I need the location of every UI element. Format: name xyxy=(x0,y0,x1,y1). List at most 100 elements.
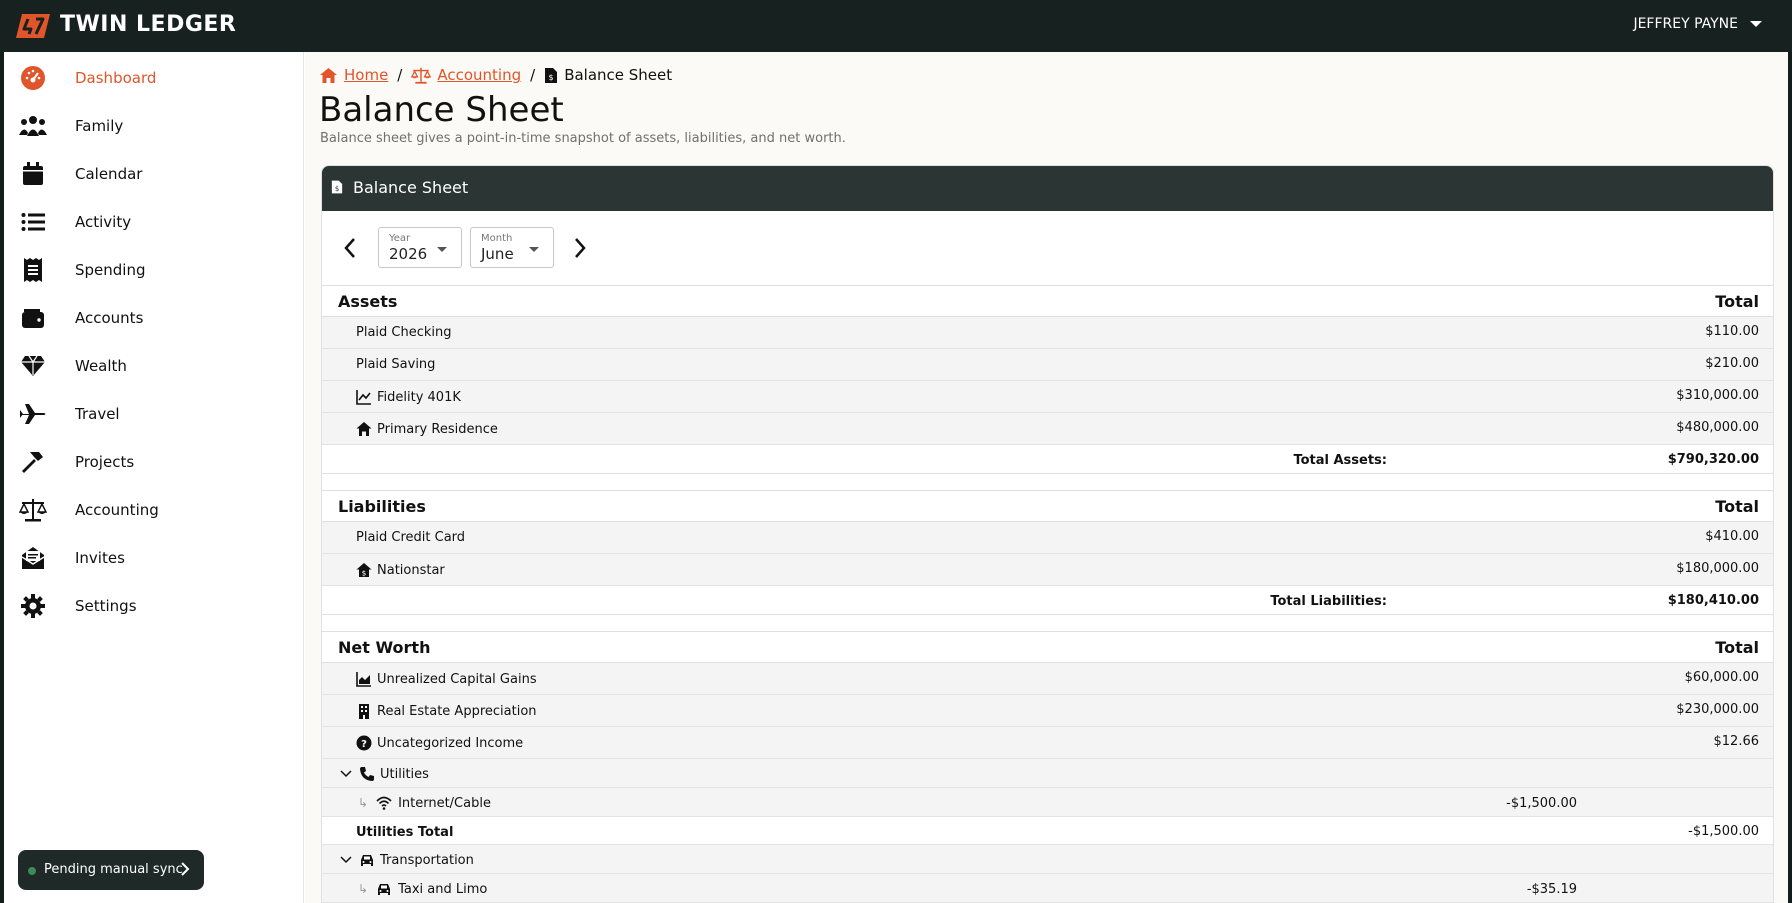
list-icon xyxy=(18,207,48,237)
utilities-group-row[interactable]: Utilities xyxy=(322,759,1773,788)
caret-down-icon xyxy=(1750,21,1762,27)
year-select[interactable]: Year 2026 xyxy=(378,227,462,268)
home-icon xyxy=(320,67,337,83)
breadcrumb-accounting-link[interactable]: Accounting xyxy=(437,66,521,84)
page-title: Balance Sheet xyxy=(319,90,564,130)
sidebar-item-label: Calendar xyxy=(75,165,143,183)
net-worth-section: Net Worth Total Unrealized Capital Gains… xyxy=(322,631,1773,903)
sidebar-item-projects[interactable]: Projects xyxy=(4,438,304,486)
total-value: $180,410.00 xyxy=(1667,593,1759,608)
month-select[interactable]: Month June xyxy=(470,227,554,268)
table-row[interactable]: $ Nationstar $180,000.00 xyxy=(322,554,1773,586)
month-label: Month xyxy=(481,233,513,244)
breadcrumb-current: Balance Sheet xyxy=(564,66,673,84)
user-menu[interactable]: JEFFREY PAYNE xyxy=(1633,16,1762,32)
user-name: JEFFREY PAYNE xyxy=(1633,16,1738,32)
transportation-group-row[interactable]: Transportation xyxy=(322,845,1773,874)
table-row[interactable]: ? Uncategorized Income $12.66 xyxy=(322,727,1773,759)
sidebar-item-label: Settings xyxy=(75,597,137,615)
sidebar-item-label: Accounts xyxy=(75,309,144,327)
question-circle-icon: ? xyxy=(356,735,372,751)
row-value: -$1,500.00 xyxy=(1506,796,1577,811)
app-body: Dashboard Family Calendar Activity Spend… xyxy=(4,52,1788,903)
caret-down-icon xyxy=(529,247,539,252)
card-title: Balance Sheet xyxy=(353,178,469,197)
year-value: 2026 xyxy=(389,245,428,263)
sidebar-item-travel[interactable]: Travel xyxy=(4,390,304,438)
dashboard-icon xyxy=(18,63,48,93)
group-total-label: Utilities Total xyxy=(356,825,454,840)
table-row[interactable]: Fidelity 401K $310,000.00 xyxy=(322,381,1773,413)
pending-sync-button[interactable]: Pending manual sync xyxy=(18,850,204,890)
breadcrumb-separator: / xyxy=(397,66,403,84)
year-label: Year xyxy=(389,233,411,244)
chevron-left-icon xyxy=(344,238,355,258)
house-icon xyxy=(356,422,372,436)
liabilities-header: Liabilities Total xyxy=(322,491,1773,522)
sync-label: Pending manual sync xyxy=(44,862,183,877)
top-bar: TWIN LEDGER JEFFREY PAYNE xyxy=(0,0,1792,52)
total-liabilities-row: Total Liabilities: $180,410.00 xyxy=(322,586,1773,614)
sub-item-arrow: ↳ xyxy=(358,796,369,810)
total-label: Total Liabilities: xyxy=(1270,594,1387,609)
sidebar-item-accounting[interactable]: Accounting xyxy=(4,486,304,534)
table-row[interactable]: Plaid Credit Card $410.00 xyxy=(322,522,1773,554)
gem-icon xyxy=(18,351,48,381)
row-value: $110.00 xyxy=(1705,324,1759,339)
table-row[interactable]: Primary Residence $480,000.00 xyxy=(322,413,1773,445)
wifi-icon xyxy=(376,796,392,810)
sidebar-item-invites[interactable]: Invites xyxy=(4,534,304,582)
sub-item-arrow: ↳ xyxy=(358,882,369,896)
previous-month-button[interactable] xyxy=(337,233,363,263)
sidebar-item-calendar[interactable]: Calendar xyxy=(4,150,304,198)
sidebar-item-activity[interactable]: Activity xyxy=(4,198,304,246)
total-label: Total Assets: xyxy=(1293,453,1387,468)
chevron-down-icon[interactable] xyxy=(338,852,354,868)
row-label: Primary Residence xyxy=(377,421,498,437)
table-row[interactable]: Real Estate Appreciation $230,000.00 xyxy=(322,695,1773,727)
period-selector: Year 2026 Month June xyxy=(322,211,1773,286)
logo-icon[interactable] xyxy=(16,13,52,39)
svg-text:$: $ xyxy=(362,570,366,578)
wallet-icon xyxy=(18,303,48,333)
sidebar-item-accounts[interactable]: Accounts xyxy=(4,294,304,342)
row-value: $410.00 xyxy=(1705,529,1759,544)
sidebar-item-dashboard[interactable]: Dashboard xyxy=(4,54,304,102)
sidebar-item-wealth[interactable]: Wealth xyxy=(4,342,304,390)
table-row[interactable]: Plaid Saving $210.00 xyxy=(322,349,1773,381)
sidebar-item-label: Travel xyxy=(75,405,120,423)
row-value: $230,000.00 xyxy=(1676,702,1759,717)
breadcrumb-home-link[interactable]: Home xyxy=(344,66,388,84)
row-label: Plaid Saving xyxy=(356,357,436,372)
assets-section: Assets Total Plaid Checking $110.00 Plai… xyxy=(322,285,1773,474)
table-row[interactable]: Plaid Checking $110.00 xyxy=(322,317,1773,349)
sidebar-item-label: Projects xyxy=(75,453,135,471)
chevron-down-icon[interactable] xyxy=(338,766,354,782)
scale-icon xyxy=(411,67,432,84)
chevron-right-icon xyxy=(181,862,190,876)
row-label: Real Estate Appreciation xyxy=(377,703,537,719)
sidebar-item-spending[interactable]: Spending xyxy=(4,246,304,294)
month-value: June xyxy=(481,245,514,263)
breadcrumb-separator: / xyxy=(530,66,536,84)
next-month-button[interactable] xyxy=(567,233,593,263)
section-title: Assets xyxy=(338,292,398,311)
calendar-icon xyxy=(18,159,48,189)
caret-down-icon xyxy=(437,247,447,252)
table-row[interactable]: ↳ Taxi and Limo -$35.19 xyxy=(322,874,1773,903)
row-value: $310,000.00 xyxy=(1676,388,1759,403)
total-value: $790,320.00 xyxy=(1667,452,1759,467)
scale-icon xyxy=(18,495,48,525)
total-assets-row: Total Assets: $790,320.00 xyxy=(322,445,1773,473)
brand-name[interactable]: TWIN LEDGER xyxy=(60,12,236,37)
sidebar-item-settings[interactable]: Settings xyxy=(4,582,304,630)
chart-line-icon xyxy=(356,390,371,405)
table-row[interactable]: ↳ Internet/Cable -$1,500.00 xyxy=(322,788,1773,817)
group-label: Utilities xyxy=(380,766,429,782)
table-row[interactable]: Unrealized Capital Gains $60,000.00 xyxy=(322,663,1773,695)
sidebar-item-family[interactable]: Family xyxy=(4,102,304,150)
file-invoice-icon: $ xyxy=(545,67,558,83)
sidebar-item-label: Spending xyxy=(75,261,146,279)
page-subtitle: Balance sheet gives a point-in-time snap… xyxy=(320,131,846,146)
section-title: Liabilities xyxy=(338,497,426,516)
